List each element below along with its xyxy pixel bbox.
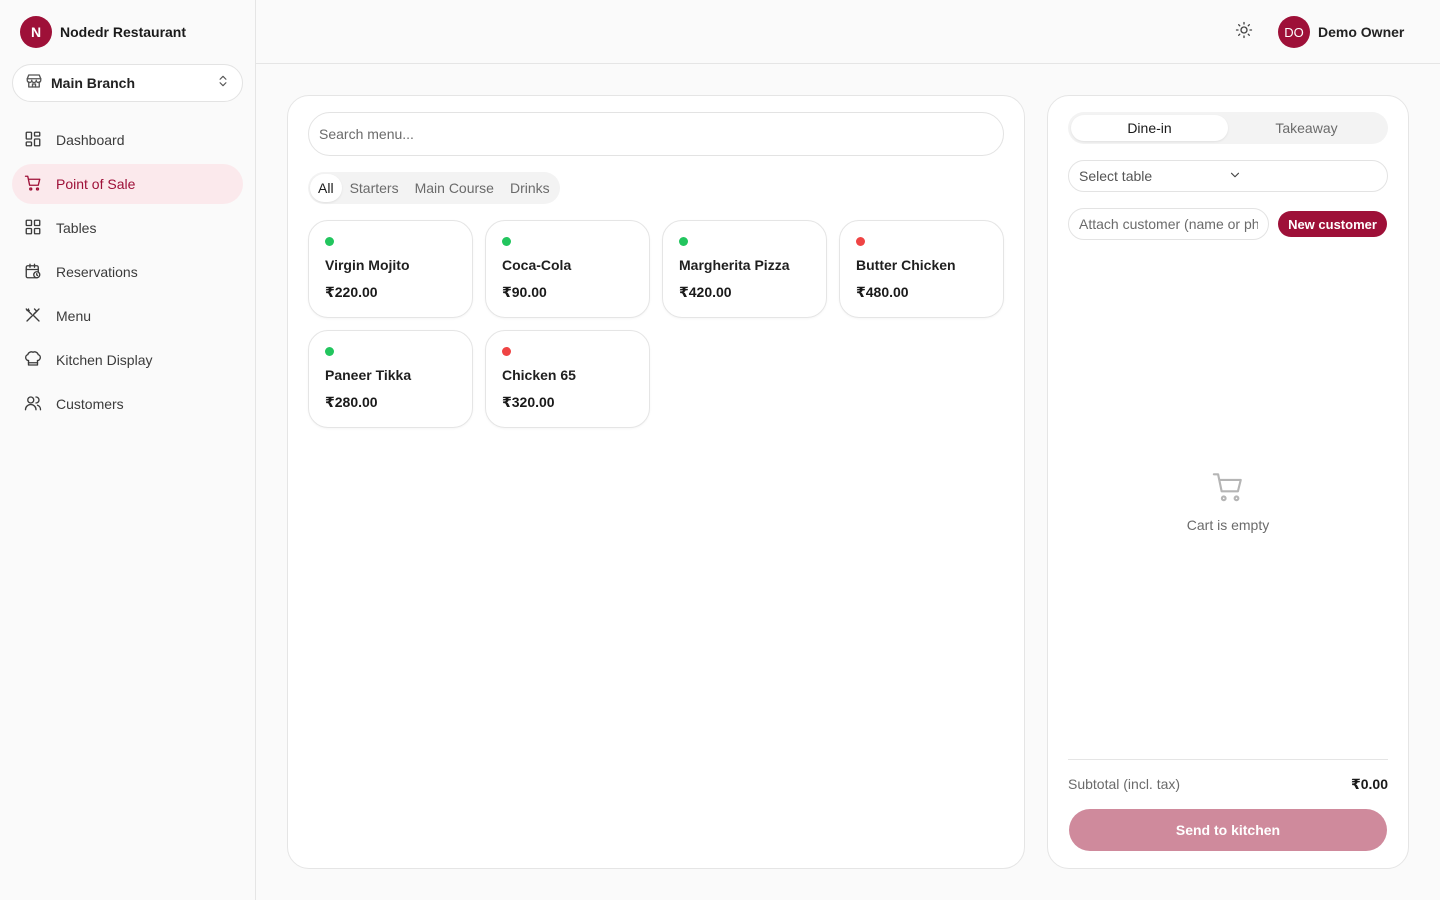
tab-takeaway[interactable]: Takeaway [1228,115,1385,141]
tab-starters[interactable]: Starters [342,174,407,202]
chevron-up-down-icon [216,74,230,93]
empty-cart-text: Cart is empty [1186,517,1270,533]
top-bar: DO Demo Owner [256,0,1440,64]
subtotal-label: Subtotal (incl. tax) [1068,776,1181,792]
branch-selector[interactable]: Main Branch [12,64,243,102]
item-price: ₹220.00 [325,284,378,300]
chevron-down-icon [1228,168,1377,185]
item-name: Coca-Cola [502,257,572,273]
item-name: Virgin Mojito [325,257,410,273]
sidebar: N Nodedr Restaurant Main Branch Dashboar… [0,0,256,900]
nav-label: Kitchen Display [56,352,153,368]
tab-drinks[interactable]: Drinks [502,174,558,202]
nav-item-reservations[interactable]: Reservations [12,252,243,292]
nav-label: Reservations [56,264,138,280]
nav-label: Tables [56,220,97,236]
order-type-toggle: Dine-in Takeaway [1068,112,1388,144]
divider [1068,759,1388,760]
sun-icon [1235,21,1253,44]
menu-item-grid: Virgin Mojito ₹220.00 Coca-Cola ₹90.00 M… [308,220,1004,428]
subtotal-value: ₹0.00 [1351,776,1388,792]
search-input[interactable] [308,112,1004,156]
chef-hat-icon [24,350,42,371]
nav-label: Menu [56,308,92,324]
customer-input[interactable] [1068,208,1269,240]
subtotal-row: Subtotal (incl. tax) ₹0.00 [1068,776,1388,793]
table-select-value: Select table [1079,168,1153,184]
menu-panel: All Starters Main Course Drinks Virgin M… [287,95,1025,869]
branch-label: Main Branch [51,75,136,91]
nav-label: Point of Sale [56,176,136,192]
category-tabs: All Starters Main Course Drinks [308,172,560,204]
nav-item-dashboard[interactable]: Dashboard [12,120,243,160]
item-name: Butter Chicken [856,257,956,273]
menu-item-card[interactable]: Coca-Cola ₹90.00 [485,220,650,318]
theme-toggle-button[interactable] [1232,20,1256,44]
nav-label: Customers [56,396,124,412]
shopping-cart-icon [1211,470,1245,509]
calendar-clock-icon [24,262,42,283]
brand-name: Nodedr Restaurant [60,24,187,40]
item-price: ₹90.00 [502,284,547,300]
tab-all[interactable]: All [310,174,342,202]
grid-icon [24,218,42,239]
brand-logo: N [20,16,52,48]
new-customer-button[interactable]: New customer [1278,211,1387,237]
non-veg-indicator [856,237,865,246]
user-name: Demo Owner [1318,24,1405,40]
tab-main-course[interactable]: Main Course [407,174,502,202]
item-name: Paneer Tikka [325,367,412,383]
nav-item-point-of-sale[interactable]: Point of Sale [12,164,243,204]
main-nav: Dashboard Point of Sale Tables Reservati… [12,120,243,428]
send-to-kitchen-button[interactable]: Send to kitchen [1069,809,1387,851]
menu-item-card[interactable]: Chicken 65 ₹320.00 [485,330,650,428]
menu-item-card[interactable]: Paneer Tikka ₹280.00 [308,330,473,428]
non-veg-indicator [502,347,511,356]
nav-item-tables[interactable]: Tables [12,208,243,248]
item-name: Chicken 65 [502,367,576,383]
item-price: ₹480.00 [856,284,909,300]
item-name: Margherita Pizza [679,257,790,273]
nav-item-kitchen-display[interactable]: Kitchen Display [12,340,243,380]
cart-panel: Dine-in Takeaway Select table New custom… [1047,95,1409,869]
nav-item-customers[interactable]: Customers [12,384,243,424]
store-icon [25,72,43,95]
brand[interactable]: N Nodedr Restaurant [20,16,186,48]
item-price: ₹420.00 [679,284,732,300]
veg-indicator [679,237,688,246]
item-price: ₹320.00 [502,394,555,410]
table-select[interactable]: Select table [1068,160,1388,192]
shopping-cart-icon [24,174,42,195]
tab-dine-in[interactable]: Dine-in [1071,115,1228,141]
veg-indicator [325,347,334,356]
user-menu[interactable]: DO Demo Owner [1278,16,1404,48]
utensils-crossed-icon [24,306,42,327]
veg-indicator [325,237,334,246]
menu-item-card[interactable]: Virgin Mojito ₹220.00 [308,220,473,318]
nav-label: Dashboard [56,132,125,148]
dashboard-icon [24,130,42,151]
item-price: ₹280.00 [325,394,378,410]
veg-indicator [502,237,511,246]
users-icon [24,394,42,415]
menu-item-card[interactable]: Butter Chicken ₹480.00 [839,220,1004,318]
avatar: DO [1278,16,1310,48]
menu-item-card[interactable]: Margherita Pizza ₹420.00 [662,220,827,318]
nav-item-menu[interactable]: Menu [12,296,243,336]
empty-cart: Cart is empty [1068,470,1388,533]
